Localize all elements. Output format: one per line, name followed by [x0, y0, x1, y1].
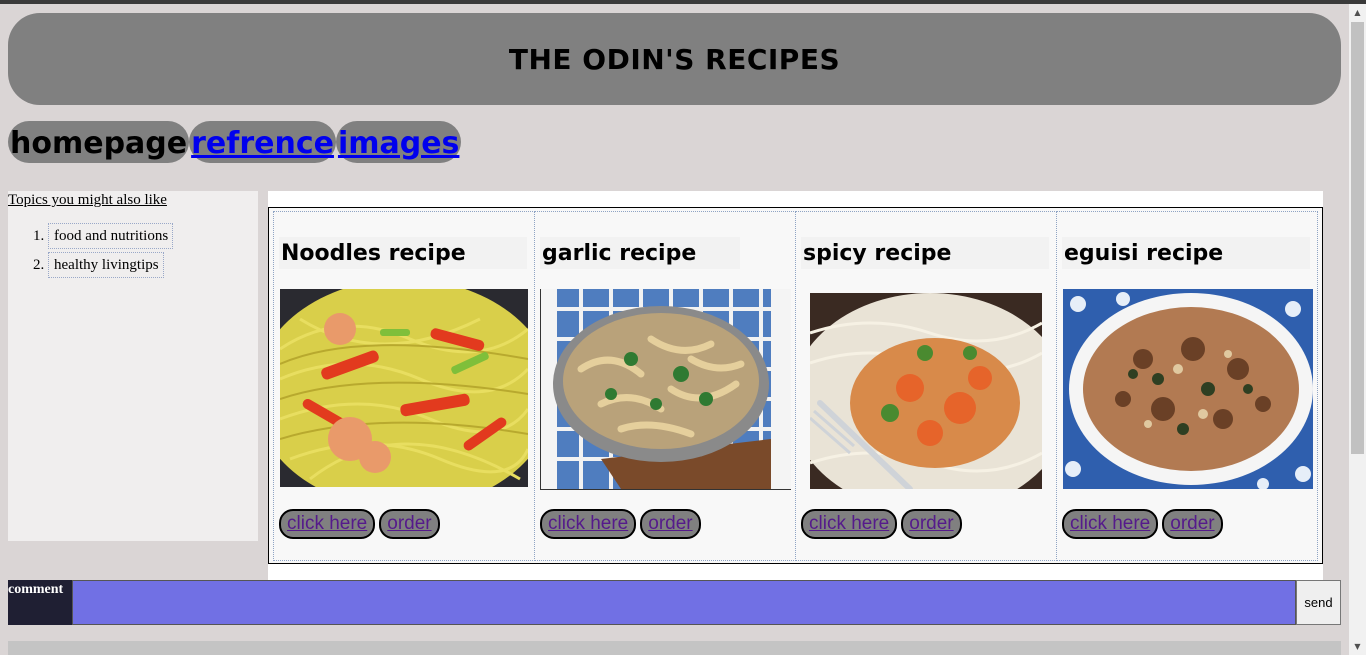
spicy-image — [810, 293, 1042, 489]
recipe-buttons: click here order — [1062, 509, 1223, 539]
comment-label: comment — [8, 580, 72, 625]
topics-list: food and nutritions healthy livingtips — [8, 223, 258, 281]
order-button[interactable]: order — [1162, 509, 1223, 539]
site-header: THE ODIN'S RECIPES — [8, 13, 1341, 105]
order-button[interactable]: order — [901, 509, 962, 539]
click-here-button[interactable]: click here — [279, 509, 376, 539]
comment-form: comment send — [8, 580, 1341, 625]
send-button[interactable]: send — [1296, 580, 1341, 625]
click-here-button[interactable]: click here — [540, 509, 637, 539]
topic-item: food and nutritions — [48, 223, 258, 252]
page-title: THE ODIN'S RECIPES — [508, 42, 841, 76]
recipe-card-spicy: spicy recipe click here order — [795, 211, 1057, 561]
eguisi-image — [1063, 289, 1313, 489]
recipe-card-noodles: Noodles recipe click here order — [273, 211, 535, 561]
window-top-border — [0, 0, 1366, 4]
recipe-buttons: click here order — [279, 509, 440, 539]
order-button[interactable]: order — [640, 509, 701, 539]
main-nav: homepage refrence images — [8, 121, 462, 165]
recipe-title: eguisi recipe — [1062, 237, 1310, 269]
recipe-title: spicy recipe — [801, 237, 1049, 269]
topic-item: healthy livingtips — [48, 252, 258, 281]
nav-reference-link[interactable]: refrence — [189, 121, 336, 163]
scroll-down-arrow-icon[interactable]: ▼ — [1349, 640, 1366, 654]
footer — [8, 641, 1341, 655]
recipe-buttons: click here order — [801, 509, 962, 539]
nav-homepage[interactable]: homepage — [8, 121, 190, 163]
recipe-buttons: click here order — [540, 509, 701, 539]
scroll-up-arrow-icon[interactable]: ▲ — [1349, 6, 1366, 20]
recipe-title: Noodles recipe — [279, 237, 527, 269]
sidebar: Topics you might also like food and nutr… — [8, 191, 258, 541]
scrollbar-thumb[interactable] — [1351, 22, 1364, 454]
main-content: Noodles recipe click here order garlic r… — [268, 191, 1323, 580]
recipe-card-eguisi: eguisi recipe click here order — [1056, 211, 1318, 561]
noodles-image — [280, 289, 528, 487]
topics-link[interactable]: Topics you might also like — [8, 191, 258, 209]
recipe-title: garlic recipe — [540, 237, 740, 269]
recipe-card-garlic: garlic recipe click here order — [534, 211, 796, 561]
click-here-button[interactable]: click here — [1062, 509, 1159, 539]
nav-images-link[interactable]: images — [335, 121, 462, 163]
order-button[interactable]: order — [379, 509, 440, 539]
click-here-button[interactable]: click here — [801, 509, 898, 539]
recipes-table: Noodles recipe click here order garlic r… — [268, 207, 1323, 564]
topic-food-and-nutritions[interactable]: food and nutritions — [48, 223, 174, 249]
garlic-image — [540, 289, 791, 490]
page-scrollbar[interactable]: ▲ ▼ — [1349, 4, 1366, 655]
topic-healthy-livingtips[interactable]: healthy livingtips — [48, 252, 164, 278]
comment-input[interactable] — [72, 580, 1296, 625]
